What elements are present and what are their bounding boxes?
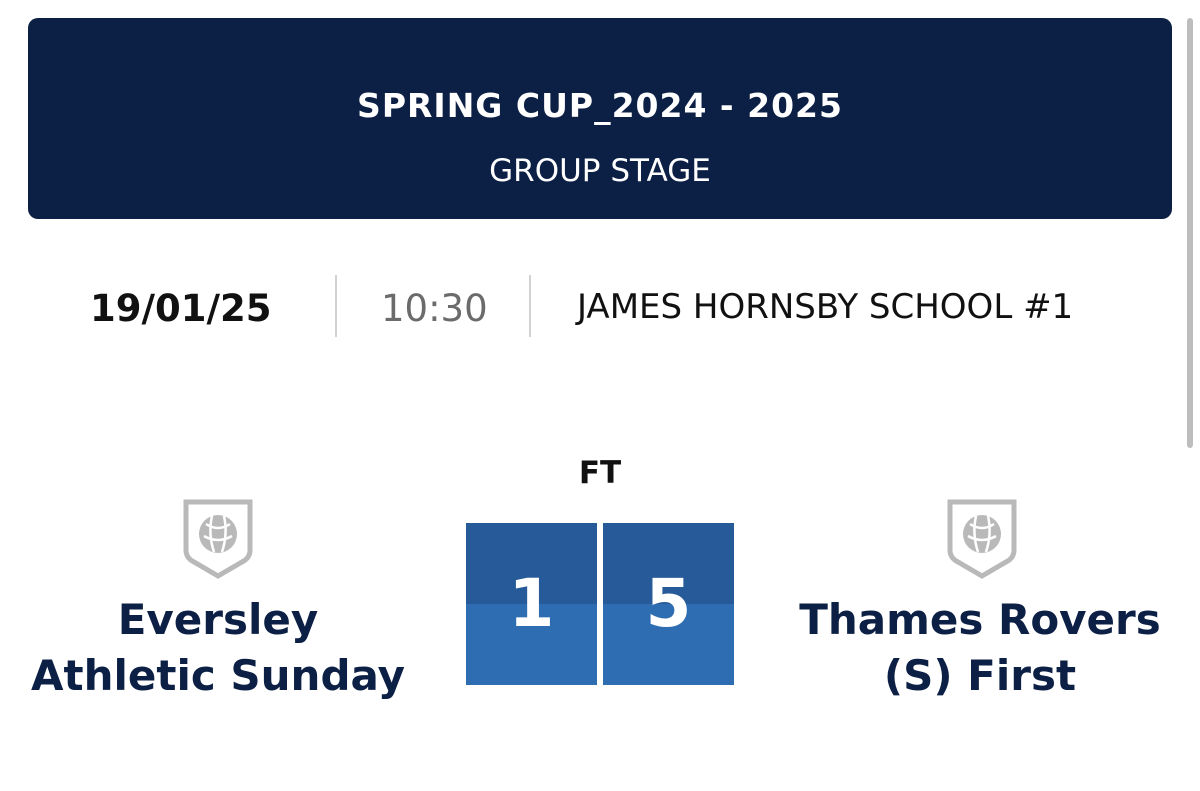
match-venue: JAMES HORNSBY SCHOOL #1 (577, 287, 1074, 327)
home-score-box: 1 (466, 523, 597, 685)
scrollbar[interactable] (1187, 18, 1193, 448)
away-team-name-line1: Thames Rovers (799, 595, 1161, 644)
home-score: 1 (508, 565, 555, 642)
competition-title: SPRING CUP_2024 - 2025 (357, 86, 843, 125)
home-team-crest-icon[interactable] (182, 498, 254, 580)
home-team-name[interactable]: Eversley Athletic Sunday (8, 592, 428, 704)
away-team-name[interactable]: Thames Rovers (S) First (770, 592, 1190, 704)
competition-banner: SPRING CUP_2024 - 2025 GROUP STAGE (28, 18, 1172, 219)
match-status: FT (578, 455, 622, 491)
away-team-crest-icon[interactable] (946, 498, 1018, 580)
match-info-row: 19/01/25 10:30 JAMES HORNSBY SCHOOL #1 (0, 275, 1200, 337)
match-time: 10:30 (381, 287, 488, 330)
match-date: 19/01/25 (90, 287, 272, 330)
info-divider (529, 275, 531, 337)
home-team-name-line1: Eversley (117, 595, 319, 644)
away-score: 5 (645, 565, 692, 642)
info-divider (335, 275, 337, 337)
away-score-box: 5 (603, 523, 734, 685)
competition-stage: GROUP STAGE (489, 153, 711, 189)
home-team-name-line2: Athletic Sunday (31, 651, 405, 700)
match-page: SPRING CUP_2024 - 2025 GROUP STAGE 19/01… (0, 0, 1200, 791)
away-team-name-line2: (S) First (883, 651, 1077, 700)
